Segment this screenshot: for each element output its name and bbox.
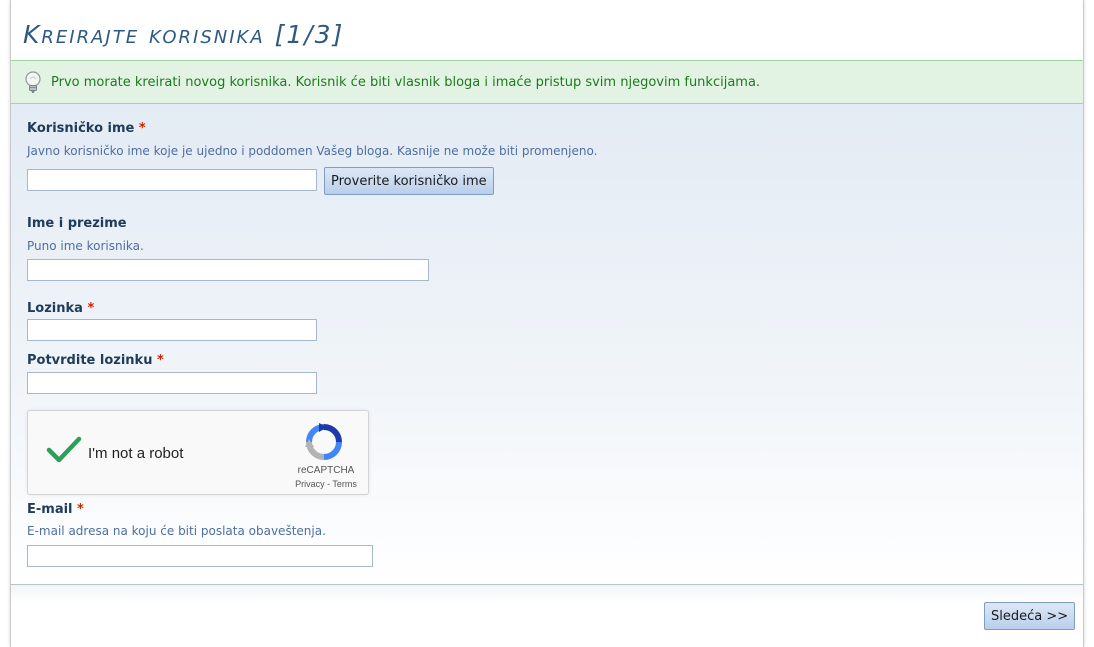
fullname-label: Ime i prezime — [27, 216, 127, 231]
form-footer: Sledeća >> — [11, 585, 1083, 647]
username-label-text: Korisničko ime — [27, 121, 135, 136]
email-hint: E-mail adresa na koju će biti poslata ob… — [27, 524, 326, 538]
recaptcha-label: I'm not a robot — [88, 445, 184, 462]
required-marker: * — [77, 502, 84, 517]
page-title: Kreirajte korisnika [1/3] — [23, 20, 345, 49]
password-label: Lozinka * — [27, 301, 94, 316]
username-hint: Javno korisničko ime koje je ujedno i po… — [27, 144, 598, 158]
info-notice: Prvo morate kreirati novog korisnika. Ko… — [11, 60, 1083, 104]
password-label-text: Lozinka — [27, 301, 83, 316]
recaptcha-logo-icon — [305, 423, 342, 460]
email-label-text: E-mail — [27, 502, 73, 517]
checkmark-icon[interactable] — [46, 435, 82, 465]
username-label: Korisničko ime * — [27, 121, 146, 136]
username-input[interactable] — [27, 169, 317, 191]
notice-text: Prvo morate kreirati novog korisnika. Ko… — [51, 75, 761, 90]
email-label: E-mail * — [27, 502, 84, 517]
fullname-hint: Puno ime korisnika. — [27, 239, 144, 253]
create-user-form: Korisničko ime * Javno korisničko ime ko… — [11, 104, 1083, 585]
password-input[interactable] — [27, 319, 317, 341]
page-container: Kreirajte korisnika [1/3] Prvo morate kr… — [10, 0, 1084, 647]
required-marker: * — [87, 301, 95, 316]
recaptcha-brand: reCAPTCHA — [297, 465, 355, 476]
fullname-input[interactable] — [27, 259, 429, 281]
lightbulb-icon — [25, 71, 41, 93]
next-button[interactable]: Sledeća >> — [984, 602, 1076, 630]
password-confirm-label-text: Potvrdite lozinku — [27, 353, 153, 368]
required-marker: * — [156, 353, 164, 368]
recaptcha-widget[interactable]: I'm not a robot reCAPTCHA Privacy - Term… — [27, 410, 369, 495]
password-confirm-input[interactable] — [27, 372, 317, 394]
password-confirm-label: Potvrdite lozinku * — [27, 353, 164, 368]
required-marker: * — [138, 121, 146, 136]
email-input[interactable] — [27, 545, 373, 567]
recaptcha-privacy-terms-links[interactable]: Privacy - Terms — [288, 479, 364, 489]
check-username-button[interactable]: Proverite korisničko ime — [324, 167, 494, 195]
